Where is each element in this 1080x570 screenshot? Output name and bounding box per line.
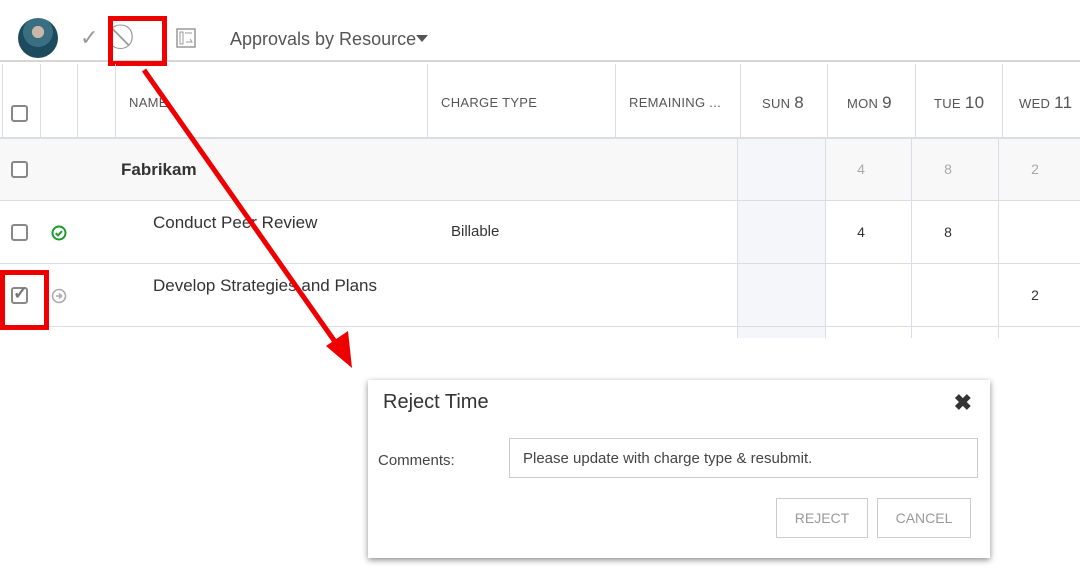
close-icon[interactable]: ✖ bbox=[954, 390, 972, 416]
dialog-title: Reject Time bbox=[383, 391, 489, 413]
comments-input[interactable] bbox=[509, 438, 978, 478]
cancel-button[interactable]: CANCEL bbox=[877, 498, 971, 538]
reject-button[interactable]: REJECT bbox=[776, 498, 868, 538]
comments-label: Comments: bbox=[378, 452, 455, 469]
reject-time-dialog: Reject Time ✖ Comments: REJECT CANCEL bbox=[368, 380, 990, 558]
